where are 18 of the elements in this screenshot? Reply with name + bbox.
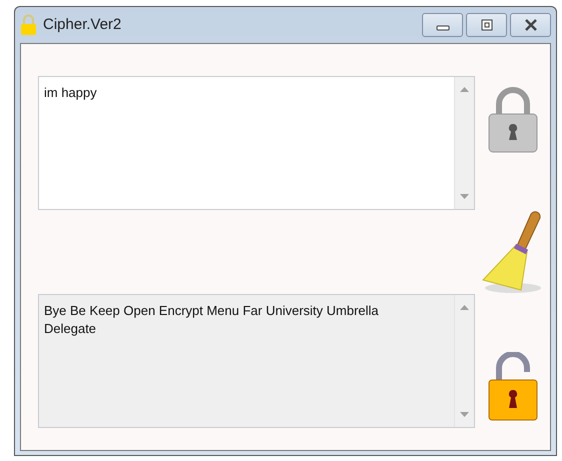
scroll-down-icon[interactable] <box>460 194 469 199</box>
padlock-icon <box>20 14 37 36</box>
padlock-icon <box>486 86 538 154</box>
scroll-up-icon[interactable] <box>460 87 469 92</box>
minimize-button[interactable] <box>422 13 463 37</box>
minimize-icon <box>436 25 450 31</box>
decrypt-button[interactable] <box>486 352 538 422</box>
maximize-button[interactable] <box>466 13 507 37</box>
close-button[interactable] <box>510 13 551 37</box>
field-text: im happy <box>43 84 98 102</box>
field-text: Bye Be Keep Open Encrypt Menu Far University Umbrella Delegate <box>43 302 380 338</box>
close-icon <box>524 19 538 31</box>
input-field[interactable]: im happy <box>38 76 475 210</box>
encrypt-button[interactable] <box>486 86 538 154</box>
scrollbar[interactable] <box>454 77 474 209</box>
maximize-icon <box>480 19 494 31</box>
window-title: Cipher.Ver2 <box>43 14 122 35</box>
open-padlock-icon <box>486 352 538 422</box>
